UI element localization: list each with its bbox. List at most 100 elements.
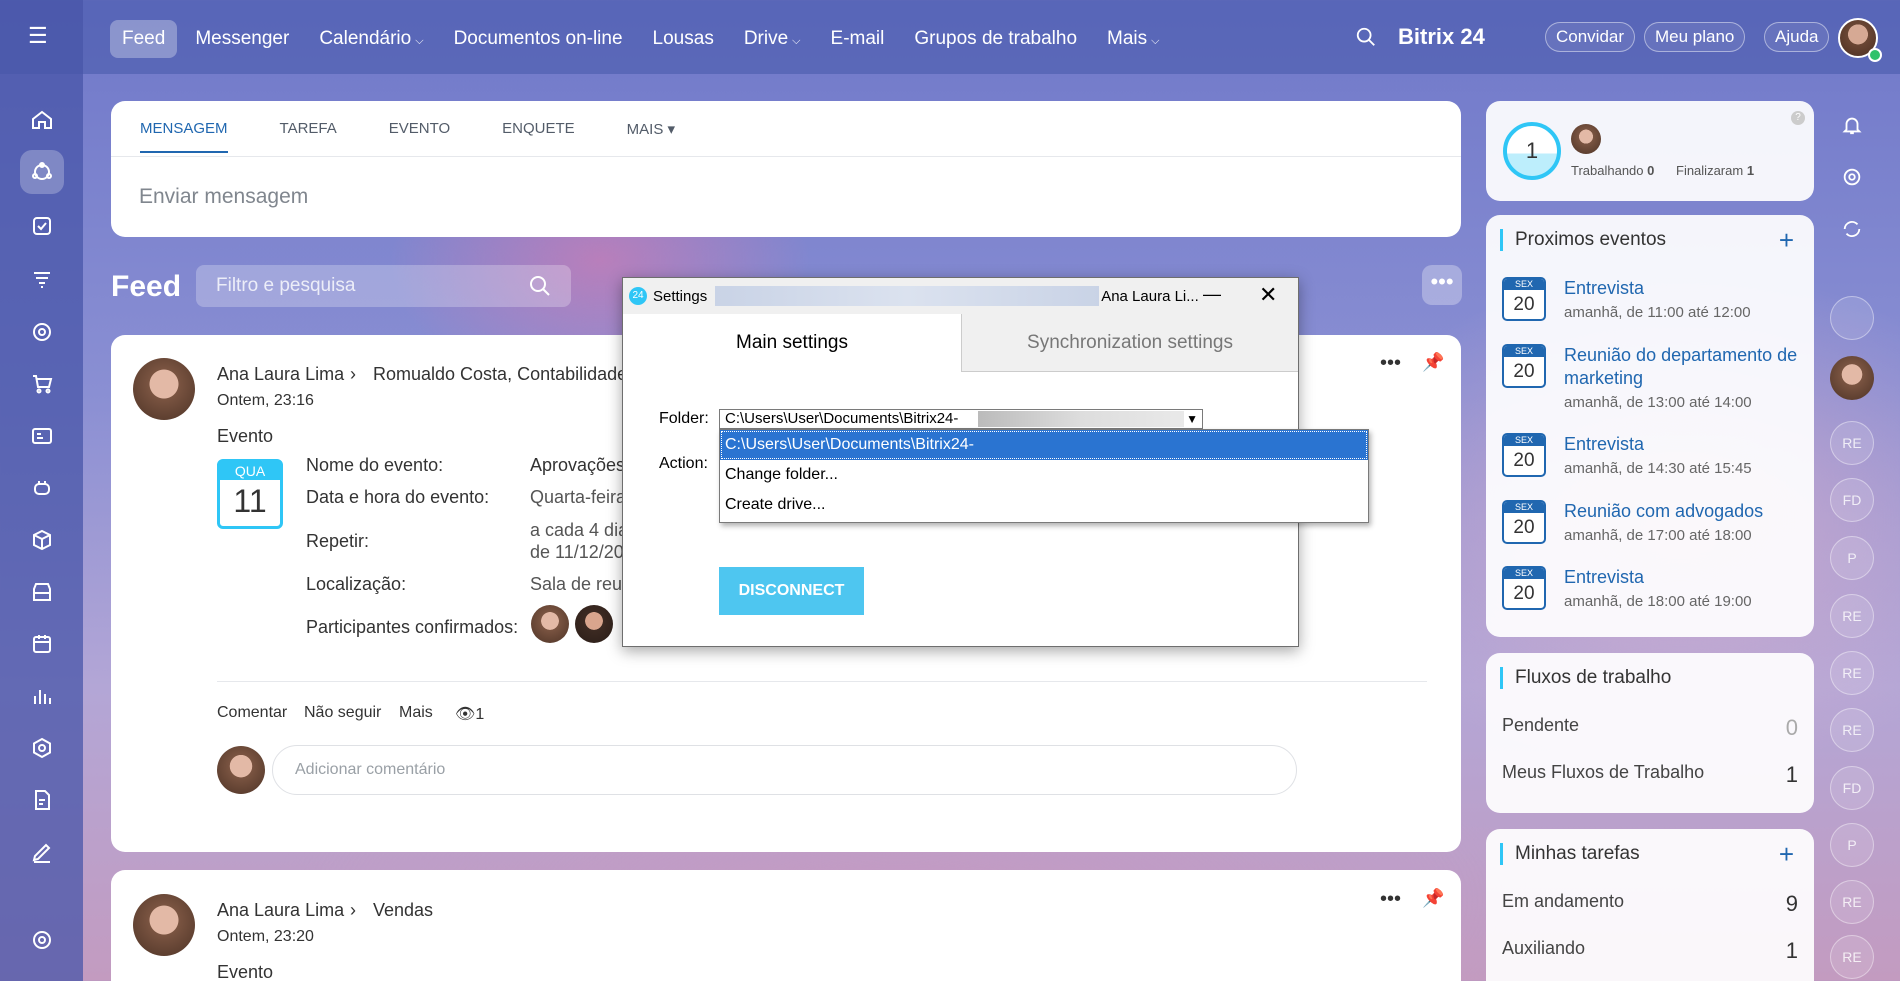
- funnel-icon[interactable]: [20, 257, 64, 301]
- task-row[interactable]: Auxiliando 1: [1502, 938, 1798, 964]
- nav-documents[interactable]: Documentos on-line: [442, 20, 635, 58]
- nav-feed[interactable]: Feed: [110, 20, 178, 58]
- post-recipients[interactable]: Vendas: [373, 900, 433, 921]
- disconnect-button[interactable]: DISCONNECT: [719, 567, 864, 615]
- dialog-title: Settings: [653, 287, 708, 305]
- hexagon-icon[interactable]: [20, 726, 64, 770]
- nav-more[interactable]: Mais ⌵: [1095, 20, 1171, 58]
- search-icon[interactable]: [1355, 26, 1377, 48]
- contact-card-icon[interactable]: [20, 414, 64, 458]
- copilot-icon[interactable]: [1830, 155, 1874, 199]
- robot-icon[interactable]: [20, 466, 64, 510]
- chat-avatar[interactable]: RE: [1830, 935, 1874, 979]
- event-title[interactable]: Entrevista: [1564, 433, 1802, 456]
- feed-more-button[interactable]: •••: [1422, 265, 1462, 305]
- folder-select[interactable]: C:\Users\User\Documents\Bitrix24- ▼: [719, 409, 1203, 429]
- task-row[interactable]: Em andamento 9: [1502, 891, 1798, 917]
- box-icon[interactable]: [20, 518, 64, 562]
- settings-icon[interactable]: [20, 918, 64, 962]
- feed-icon[interactable]: [20, 150, 64, 194]
- post-menu-icon[interactable]: •••: [1380, 888, 1401, 911]
- filter-search-input[interactable]: Filtro e pesquisa: [196, 265, 571, 307]
- nav-email[interactable]: E-mail: [819, 20, 897, 58]
- chat-avatar[interactable]: RE: [1830, 880, 1874, 924]
- unfollow-link[interactable]: Não seguir: [304, 704, 381, 722]
- post-recipients[interactable]: Romualdo Costa, Contabilidade: [373, 364, 623, 385]
- bell-icon[interactable]: [1830, 103, 1874, 147]
- analytics-icon[interactable]: [20, 674, 64, 718]
- folder-dropdown-list: C:\Users\User\Documents\Bitrix24- Change…: [719, 429, 1369, 523]
- divider: [217, 681, 1427, 682]
- invite-button[interactable]: Convidar: [1545, 22, 1636, 52]
- pen-icon[interactable]: [20, 830, 64, 874]
- post-time[interactable]: Ontem, 23:20: [217, 928, 314, 946]
- close-icon[interactable]: ✕: [1259, 282, 1277, 308]
- pin-icon[interactable]: 📌: [1422, 888, 1444, 909]
- tab-poll[interactable]: ENQUETE: [502, 120, 575, 153]
- comment-link[interactable]: Comentar: [217, 704, 287, 722]
- add-comment-input[interactable]: Adicionar comentário: [272, 745, 1297, 795]
- search-icon[interactable]: [528, 274, 552, 298]
- chat-avatar[interactable]: [1830, 296, 1874, 340]
- nav-calendar[interactable]: Calendário ⌵: [307, 20, 435, 58]
- dropdown-option[interactable]: Change folder...: [720, 460, 1368, 490]
- post-author[interactable]: Ana Laura Lima: [217, 900, 344, 921]
- event-title[interactable]: Reunião com advogados: [1564, 500, 1802, 523]
- event-title[interactable]: Entrevista: [1564, 277, 1802, 300]
- pin-icon[interactable]: 📌: [1422, 352, 1444, 373]
- row-label: Pendente: [1502, 715, 1580, 735]
- my-plan-button[interactable]: Meu plano: [1644, 22, 1746, 52]
- workflow-row[interactable]: Meus Fluxos de Trabalho 1: [1502, 762, 1798, 788]
- tab-task[interactable]: TAREFA: [280, 120, 337, 153]
- participant-avatar[interactable]: [575, 605, 613, 643]
- nav-boards[interactable]: Lousas: [641, 20, 726, 58]
- chat-avatar[interactable]: RE: [1830, 651, 1874, 695]
- post-author[interactable]: Ana Laura Lima: [217, 364, 344, 385]
- more-link[interactable]: Mais: [399, 704, 433, 722]
- nav-drive[interactable]: Drive ⌵: [732, 20, 813, 58]
- dropdown-option[interactable]: C:\Users\User\Documents\Bitrix24-: [720, 430, 1368, 460]
- tab-main-settings[interactable]: Main settings: [623, 314, 961, 372]
- post-time[interactable]: Ontem, 23:16: [217, 392, 314, 410]
- tab-sync-settings[interactable]: Synchronization settings: [961, 314, 1298, 372]
- tab-event[interactable]: EVENTO: [389, 120, 450, 153]
- author-avatar[interactable]: [133, 894, 195, 956]
- nav-messenger[interactable]: Messenger: [183, 20, 301, 58]
- worktime-counter[interactable]: 1: [1503, 122, 1561, 180]
- document-sign-icon[interactable]: [20, 778, 64, 822]
- target-icon[interactable]: [20, 310, 64, 354]
- participant-avatar[interactable]: [531, 605, 569, 643]
- store-icon[interactable]: [20, 570, 64, 614]
- chat-avatar[interactable]: RE: [1830, 421, 1874, 465]
- home-icon[interactable]: [20, 98, 64, 142]
- chat-avatar[interactable]: RE: [1830, 594, 1874, 638]
- message-input[interactable]: Enviar mensagem: [139, 185, 308, 209]
- cart-icon[interactable]: [20, 362, 64, 406]
- help-icon[interactable]: ?: [1791, 111, 1805, 125]
- sync-chat-icon[interactable]: [1830, 207, 1874, 251]
- chat-avatar[interactable]: P: [1830, 536, 1874, 580]
- help-button[interactable]: Ajuda: [1764, 22, 1830, 52]
- calendar-icon[interactable]: [20, 622, 64, 666]
- chat-avatar[interactable]: RE: [1830, 708, 1874, 752]
- nav-workgroups[interactable]: Grupos de trabalho: [902, 20, 1089, 58]
- event-name-link[interactable]: Aprovações: [530, 455, 625, 476]
- chat-avatar[interactable]: P: [1830, 823, 1874, 867]
- post-menu-icon[interactable]: •••: [1380, 352, 1401, 375]
- author-avatar[interactable]: [133, 358, 195, 420]
- event-title[interactable]: Entrevista: [1564, 566, 1802, 589]
- tab-message[interactable]: MENSAGEM: [140, 120, 228, 153]
- tab-more[interactable]: MAIS ▾: [627, 120, 675, 153]
- chat-avatar[interactable]: FD: [1830, 478, 1874, 522]
- add-event-icon[interactable]: +: [1779, 225, 1794, 256]
- chat-avatar[interactable]: FD: [1830, 766, 1874, 810]
- dropdown-option[interactable]: Create drive...: [720, 490, 1368, 520]
- tasks-icon[interactable]: [20, 204, 64, 248]
- worker-avatar[interactable]: [1571, 124, 1601, 154]
- add-task-icon[interactable]: +: [1779, 839, 1794, 870]
- workflow-row[interactable]: Pendente 0: [1502, 715, 1798, 741]
- minimize-icon[interactable]: —: [1203, 284, 1221, 305]
- event-title[interactable]: Reunião do departamento de marketing: [1564, 344, 1802, 390]
- menu-icon[interactable]: ☰: [28, 25, 48, 47]
- chat-avatar[interactable]: [1830, 356, 1874, 400]
